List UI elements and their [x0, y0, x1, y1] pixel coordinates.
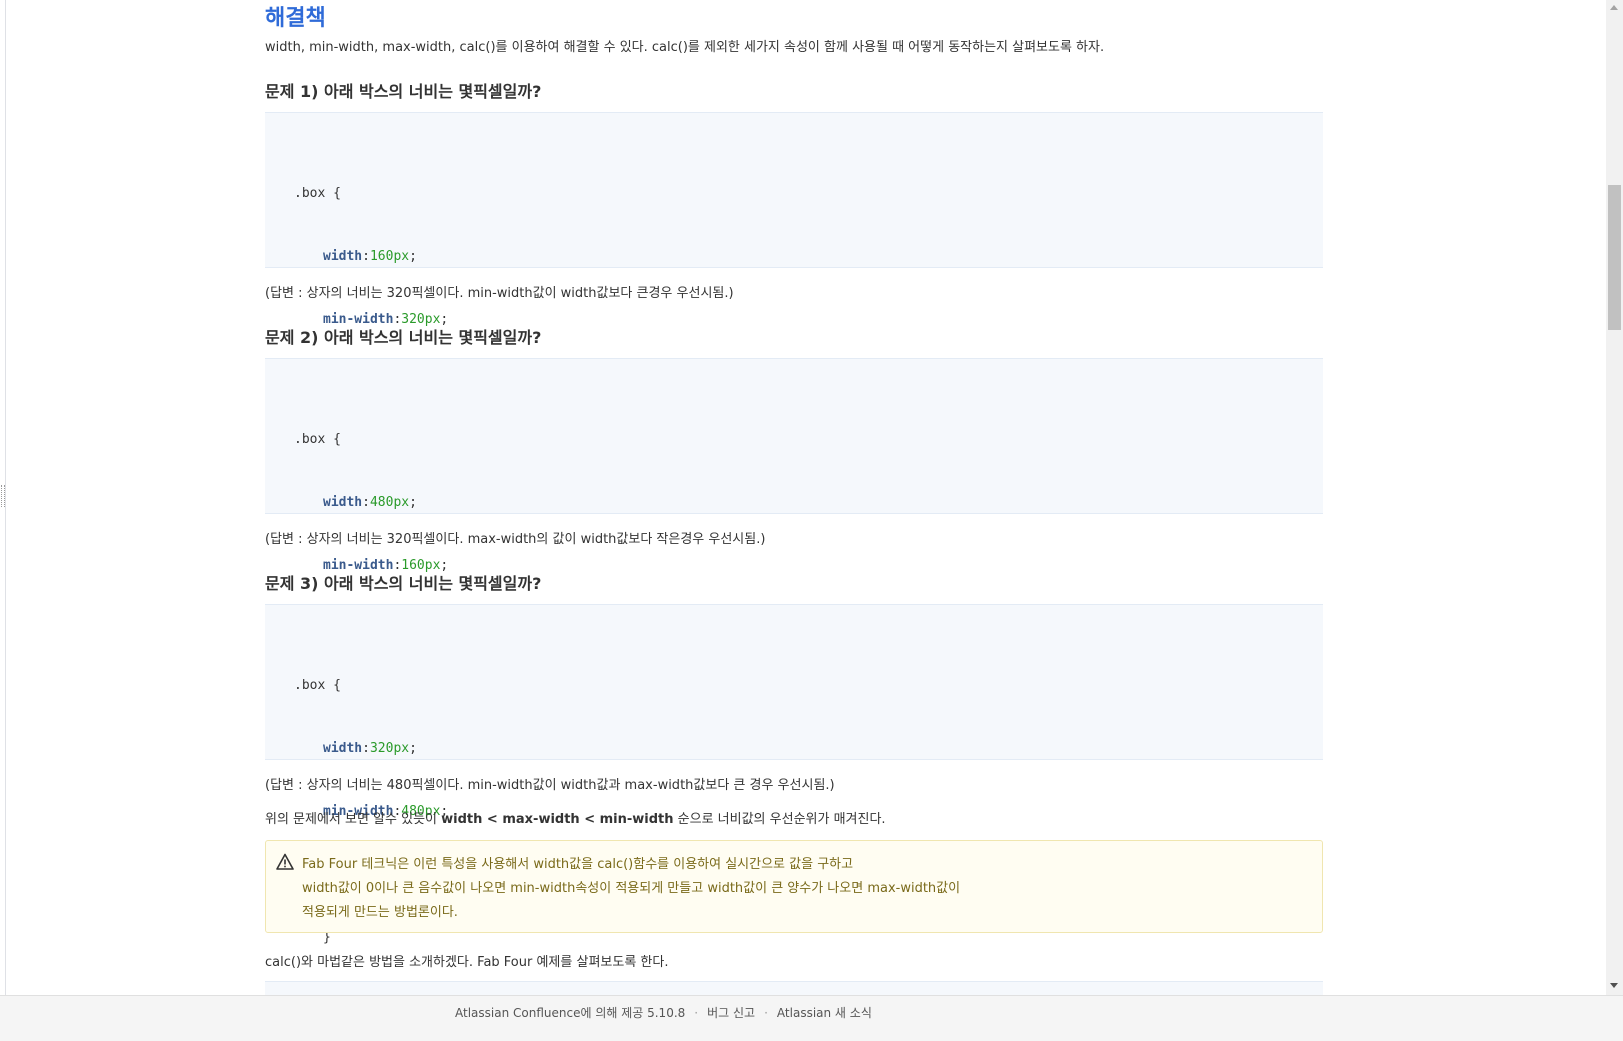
footer-bug-report-link[interactable]: 버그 신고	[707, 1006, 755, 1020]
summary-text-after: 순으로 너비값의 우선순위가 매겨진다.	[673, 812, 886, 827]
footer-separator: ·	[694, 1006, 699, 1020]
css-value: 480px	[369, 495, 410, 510]
note-line: width값이 0이나 큰 음수값이 나오면 min-width속성이 적용되게…	[302, 881, 961, 896]
vertical-scrollbar[interactable]	[1606, 0, 1623, 995]
warning-note-text: Fab Four 테크닉은 이런 특성을 사용해서 width값을 calc()…	[302, 853, 960, 925]
answer-2: (답변 : 상자의 너비는 320픽셀이다. max-width의 값이 wid…	[265, 532, 766, 547]
scrollbar-thumb[interactable]	[1608, 185, 1621, 330]
answer-3: (답변 : 상자의 너비는 480픽셀이다. min-width값이 width…	[265, 778, 835, 793]
question-1-title: 문제 1) 아래 박스의 너비는 몇픽셀일까?	[265, 82, 542, 101]
scroll-up-arrow-icon[interactable]	[1610, 5, 1618, 10]
code-selector: .box {	[294, 186, 341, 201]
code-selector: .box {	[294, 678, 341, 693]
css-property: width	[323, 741, 363, 756]
code-line-width: width:160px;	[323, 249, 417, 264]
section-heading: 해결책	[265, 6, 326, 31]
intro-paragraph: width, min-width, max-width, calc()를 이용하…	[265, 40, 1105, 55]
css-property: width	[323, 249, 363, 264]
scroll-down-arrow-icon[interactable]	[1610, 983, 1618, 988]
question-2-title: 문제 2) 아래 박스의 너비는 몇픽셀일까?	[265, 328, 542, 347]
summary-paragraph: 위의 문제에서 보면 알수 있듯이 width < max-width < mi…	[265, 808, 886, 827]
warning-note-panel: Fab Four 테크닉은 이런 특성을 사용해서 width값을 calc()…	[265, 840, 1323, 933]
code-line-width: width:320px;	[323, 741, 417, 756]
summary-text-before: 위의 문제에서 보면 알수 있듯이	[265, 812, 442, 827]
summary-emphasis: width < max-width < min-width	[441, 812, 674, 827]
page-footer: Atlassian Confluence에 의해 제공 5.10.8 · 버그 신고…	[0, 995, 1623, 1041]
answer-1: (답변 : 상자의 너비는 320픽셀이다. min-width값이 width…	[265, 286, 734, 301]
code-block-3: .box { width:320px; min-width:480px; max…	[265, 604, 1323, 945]
note-line: 적용되게 만드는 방법론이다.	[302, 905, 458, 920]
outro-paragraph: calc()와 마법같은 방법을 소개하겠다. Fab Four 예제를 살펴보…	[265, 955, 669, 970]
code-selector: .box {	[294, 432, 341, 447]
code-block-2: .box { width:480px; min-width:160px; max…	[265, 358, 1323, 699]
left-sidebar-rail	[0, 0, 6, 995]
footer-separator: ·	[764, 1006, 768, 1020]
footer-news-link[interactable]: Atlassian 새 소식	[777, 1006, 872, 1020]
question-3-title: 문제 3) 아래 박스의 너비는 몇픽셀일까?	[265, 574, 542, 593]
css-value: 160px	[369, 249, 410, 264]
css-value: 320px	[369, 741, 410, 756]
code-line-width: width:480px;	[323, 495, 417, 510]
code-block-1: .box { width:160px; min-width:320px; max…	[265, 112, 1323, 453]
note-line: Fab Four 테크닉은 이런 특성을 사용해서 width값을 calc()…	[302, 857, 854, 872]
sidebar-resize-handle[interactable]	[1, 485, 5, 507]
warning-icon	[276, 853, 294, 870]
css-property: width	[323, 495, 363, 510]
footer-powered-by-link[interactable]: Atlassian Confluence에 의해 제공 5.10.8	[455, 1006, 685, 1020]
footer-links: Atlassian Confluence에 의해 제공 5.10.8 · 버그 신고…	[455, 1004, 872, 1021]
